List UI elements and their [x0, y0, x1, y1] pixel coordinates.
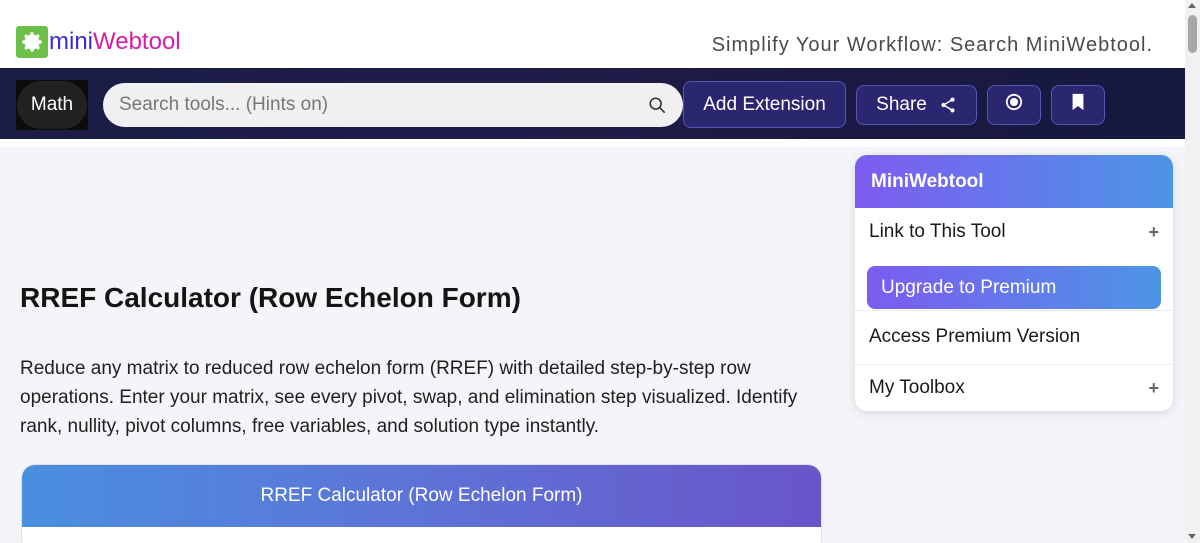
page-description: Reduce any matrix to reduced row echelon…	[20, 358, 798, 437]
scroll-down-icon[interactable]	[1188, 534, 1196, 539]
math-category-button[interactable]: Math	[16, 80, 88, 130]
site-logo[interactable]: miniWebtool	[16, 26, 181, 58]
math-category-label: Math	[17, 81, 87, 129]
scroll-thumb[interactable]	[1188, 15, 1197, 53]
share-label: Share	[876, 94, 927, 115]
tagline: Simplify Your Workflow: Search MiniWebto…	[711, 34, 1153, 56]
add-extension-button[interactable]: Add Extension	[683, 81, 846, 128]
search-input[interactable]	[119, 94, 647, 116]
top-header: miniWebtool Simplify Your Workflow: Sear…	[0, 0, 1185, 68]
sidebar-item-label: My Toolbox	[869, 377, 965, 398]
sidebar-item-link-to-tool[interactable]: Link to This Tool +	[855, 208, 1173, 256]
expand-icon: +	[1148, 221, 1159, 242]
scroll-up-icon[interactable]	[1188, 3, 1196, 8]
search-bar	[103, 83, 683, 127]
bookmark-icon	[1070, 93, 1086, 117]
share-icon	[939, 96, 957, 114]
sidebar-panel: MiniWebtool Link to This Tool + Upgrade …	[855, 155, 1173, 411]
logo-webtool: Webtool	[93, 28, 181, 55]
page-scrollbar[interactable]	[1185, 0, 1200, 543]
share-button[interactable]: Share	[856, 85, 977, 125]
upgrade-premium-button[interactable]: Upgrade to Premium	[867, 266, 1161, 309]
calculator-title: RREF Calculator (Row Echelon Form)	[22, 465, 821, 527]
gear-icon	[16, 26, 48, 58]
sidebar-item-access-premium[interactable]: Access Premium Version	[855, 311, 1173, 363]
sidebar-item-label: Link to This Tool	[869, 221, 1006, 242]
record-icon	[1005, 93, 1023, 117]
nav-bar: Math Add Extension Share	[0, 68, 1185, 139]
logo-mini: mini	[49, 28, 94, 55]
page-title: RREF Calculator (Row Echelon Form)	[20, 282, 521, 313]
sidebar-item-my-toolbox[interactable]: My Toolbox +	[855, 364, 1173, 411]
nav-divider	[0, 139, 1185, 147]
sidebar-item-label: Access Premium Version	[869, 326, 1081, 347]
calculator-card: RREF Calculator (Row Echelon Form)	[21, 464, 822, 543]
search-icon[interactable]	[647, 95, 667, 115]
bookmark-button[interactable]	[1051, 85, 1105, 125]
logo-text: miniWebtool	[49, 26, 181, 58]
record-button[interactable]	[987, 85, 1041, 125]
sidebar-title: MiniWebtool	[855, 155, 1173, 208]
expand-icon: +	[1148, 377, 1159, 398]
